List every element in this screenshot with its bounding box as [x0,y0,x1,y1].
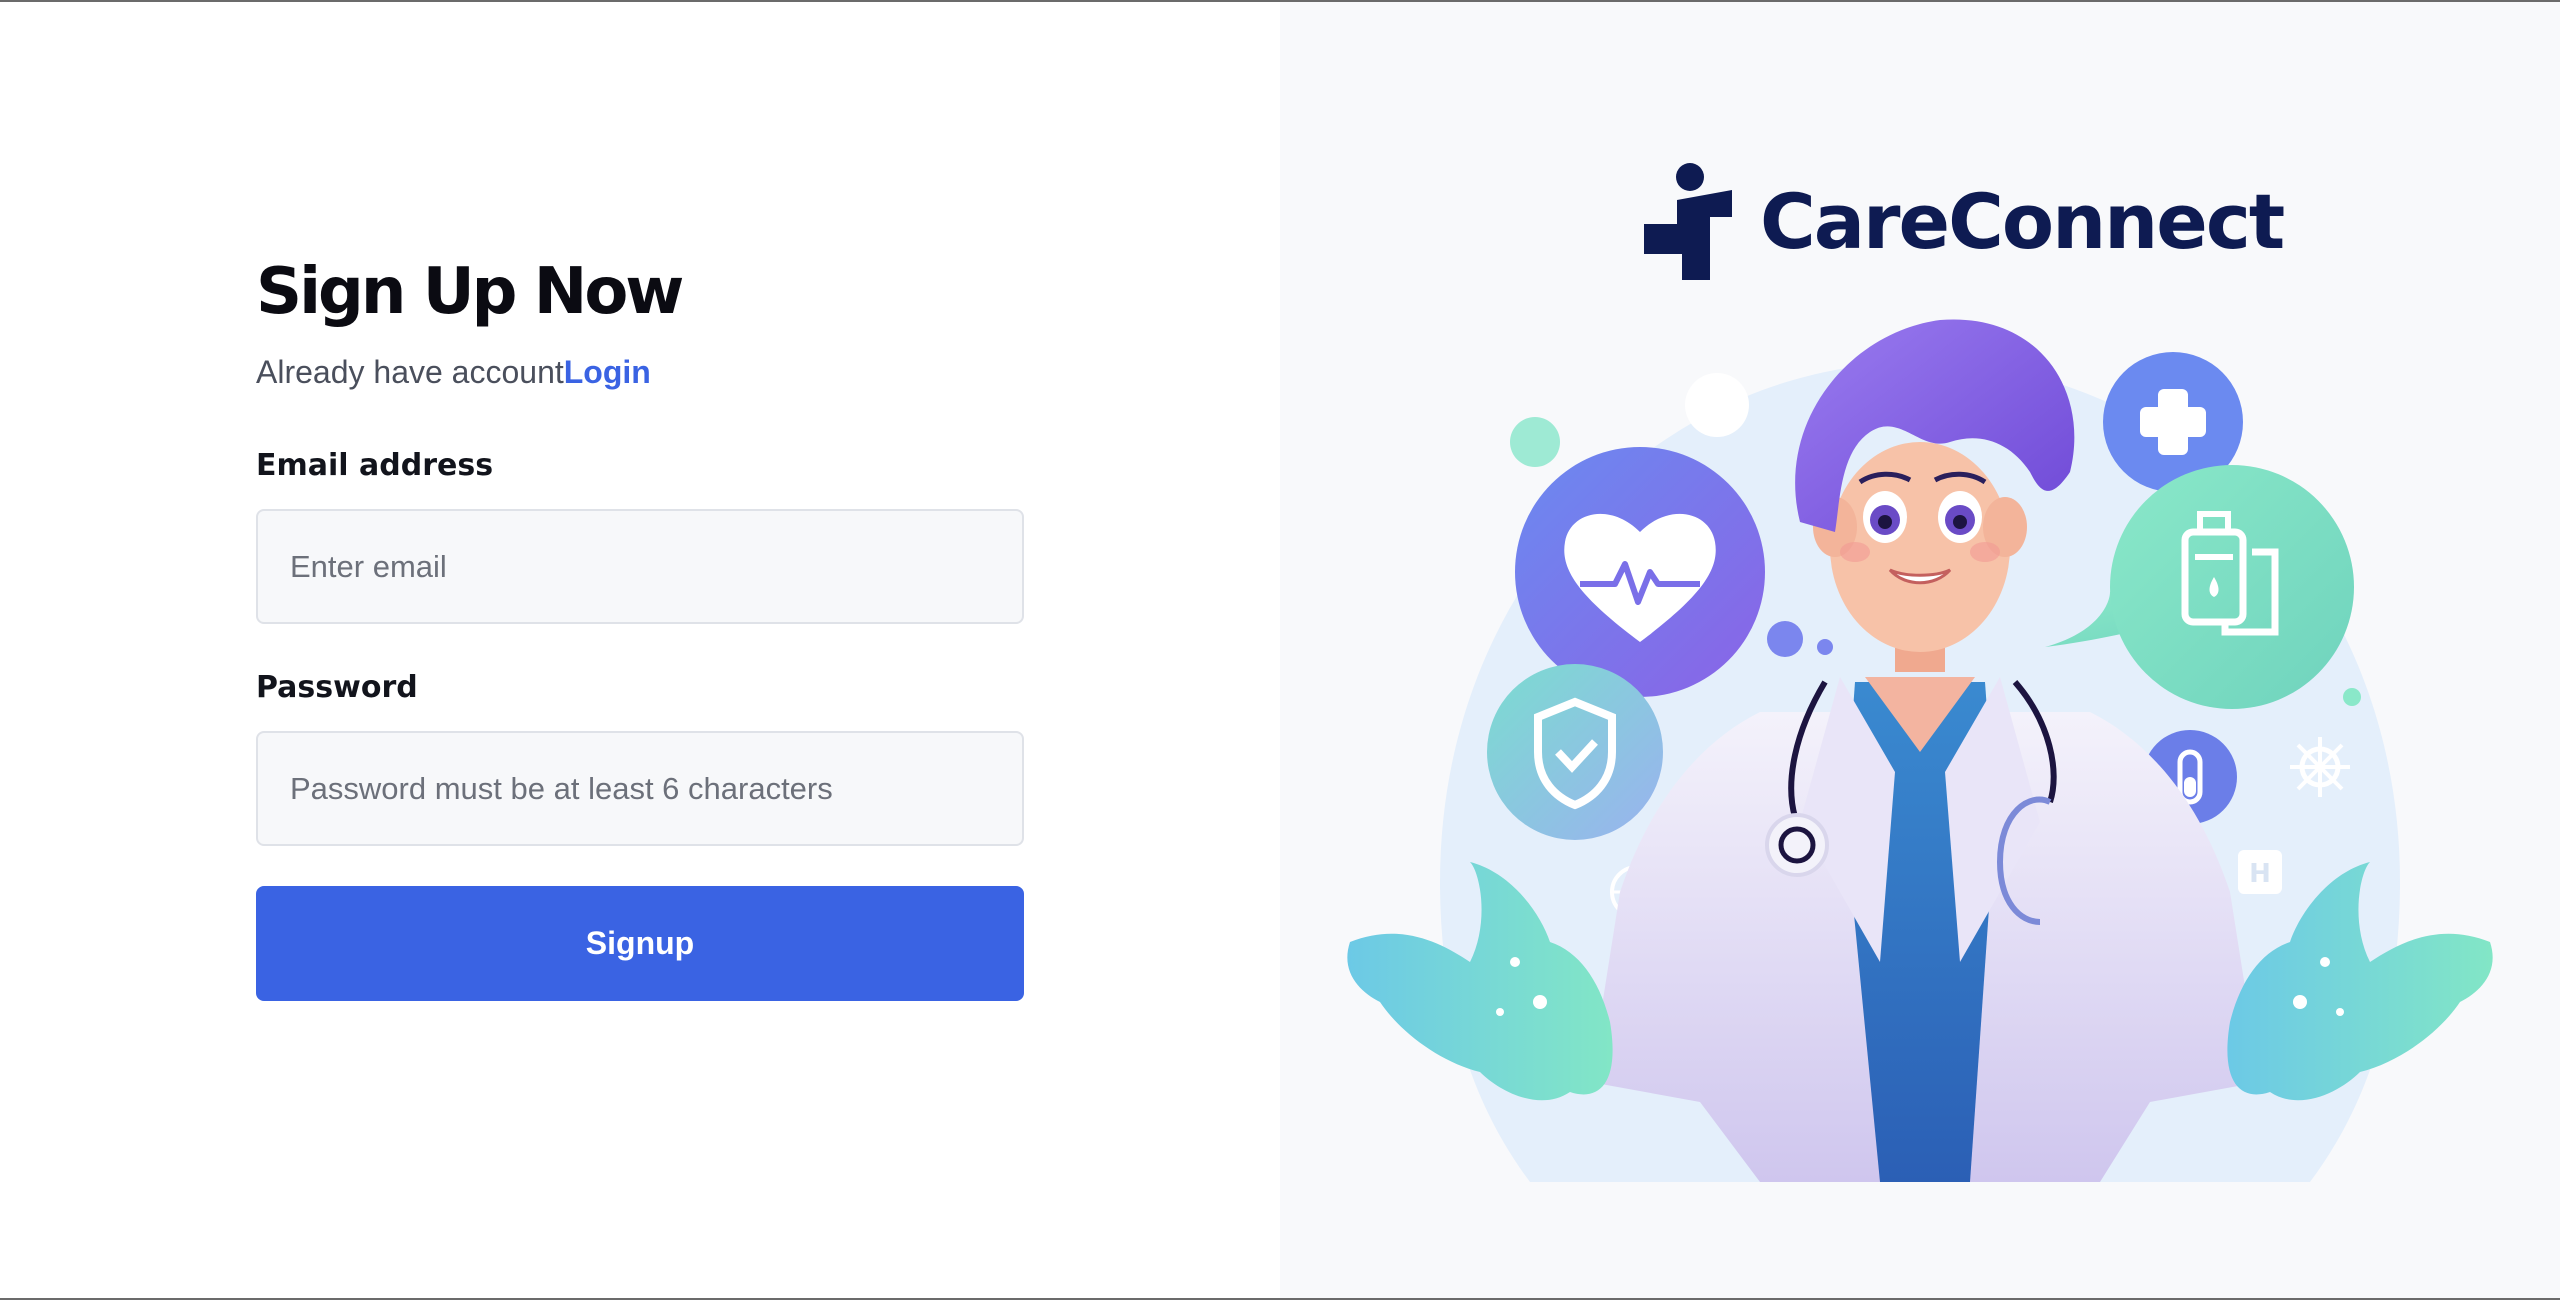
virus-icon [2290,737,2350,797]
email-label: Email address [256,448,494,483]
login-link[interactable]: Login [564,354,651,390]
login-prompt-text: Already have account [256,354,564,390]
signup-form: Sign Up Now Already have accountLogin Em… [256,252,1024,1001]
email-field[interactable] [256,509,1024,624]
brand-name: CareConnect [1760,177,2285,266]
password-field[interactable] [256,731,1024,846]
signup-panel: Sign Up Now Already have accountLogin Em… [0,2,1280,1298]
signup-page: Sign Up Now Already have accountLogin Em… [0,0,2560,1300]
decor-bubble [1685,373,1749,437]
signup-button[interactable]: Signup [256,886,1024,1001]
decor-bubble [1767,621,1803,657]
svg-text:H: H [2249,859,2271,889]
doctor-illustration: H [1347,319,2493,1182]
shield-check-icon [1487,664,1663,840]
page-title: Sign Up Now [256,255,684,329]
decor-bubble [2343,688,2361,706]
login-prompt: Already have accountLogin [256,352,1024,392]
hospital-icon: H [2238,850,2282,894]
decor-bubble [1817,639,1833,655]
decor-bubble [1510,417,1560,467]
medical-cross-person-icon [1644,163,1732,280]
heart-pulse-icon [1515,447,1765,697]
brand-panel: CareConnect H [1280,2,2560,1298]
password-label: Password [256,670,418,705]
brand-logo: CareConnect [1642,162,2285,282]
